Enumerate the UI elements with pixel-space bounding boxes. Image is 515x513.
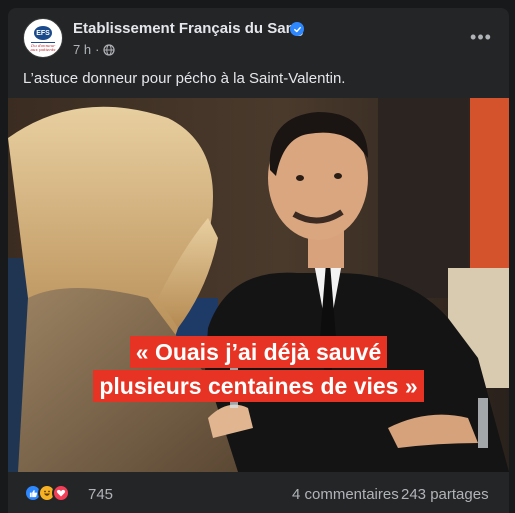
- post-header: EFS Du donneur aux patients Etablissemen…: [8, 8, 509, 64]
- post-footer: 745 4 commentaires 243 partages: [8, 478, 509, 510]
- efs-logo: EFS: [34, 26, 52, 40]
- scene-illustration: [8, 98, 509, 472]
- more-options-button[interactable]: •••: [467, 23, 495, 51]
- post-meta: 7 h ·: [73, 42, 116, 57]
- verified-badge-icon: [290, 22, 304, 36]
- reactions-summary[interactable]: [24, 484, 70, 502]
- post-image[interactable]: « Ouais j’ai déjà sauvé plusieurs centai…: [8, 98, 509, 472]
- post-card: EFS Du donneur aux patients Etablissemen…: [8, 8, 509, 513]
- post-caption: L’astuce donneur pour pécho à la Saint-V…: [23, 70, 346, 87]
- post-timestamp[interactable]: 7 h: [73, 42, 91, 57]
- quote-line-1: « Ouais j’ai déjà sauvé: [129, 336, 388, 368]
- quote-overlay: « Ouais j’ai déjà sauvé plusieurs centai…: [8, 336, 509, 402]
- meta-separator: ·: [95, 42, 100, 57]
- page-avatar[interactable]: EFS Du donneur aux patients: [23, 18, 63, 58]
- comments-count-link[interactable]: 4 commentaires: [292, 486, 399, 503]
- globe-icon[interactable]: [103, 43, 116, 56]
- shares-count-link[interactable]: 243 partages: [401, 486, 489, 503]
- quote-line-2: plusieurs centaines de vies »: [93, 370, 424, 402]
- logo-tagline-2: aux patients: [30, 47, 56, 52]
- page-name-link[interactable]: Etablissement Français du Sang: [73, 20, 304, 37]
- love-reaction-icon: [52, 484, 70, 502]
- reaction-count[interactable]: 745: [88, 486, 113, 503]
